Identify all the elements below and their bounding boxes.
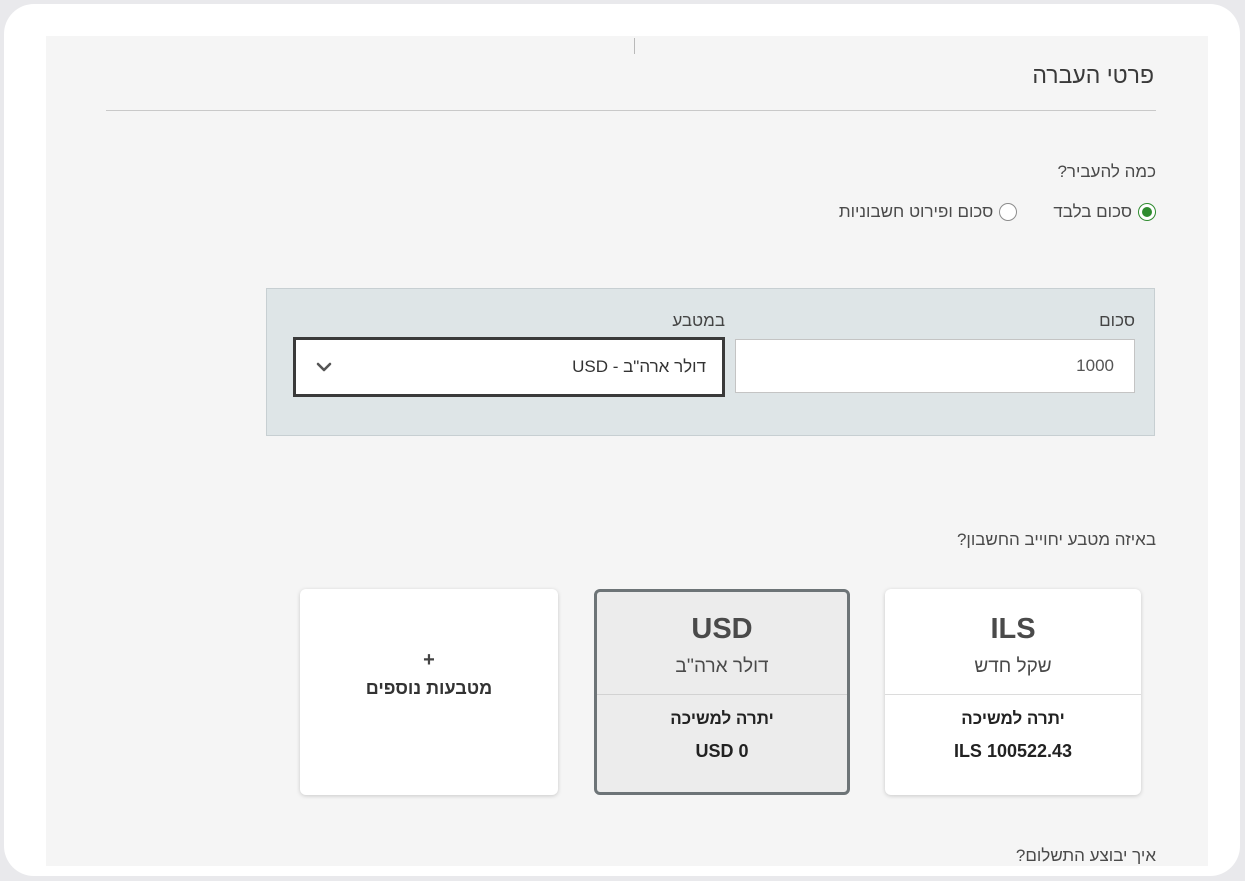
section-title: פרטי העברה — [1032, 62, 1154, 88]
balance-value: 0 USD — [695, 741, 749, 761]
currency-code: ILS — [990, 613, 1036, 645]
currency-name: דולר ארה''ב — [675, 656, 769, 677]
currency-code: USD — [691, 613, 753, 645]
header-divider — [106, 110, 1156, 111]
screenshot-frame: פרטי העברה כמה להעביר? סכום בלבד סכום ופ… — [4, 4, 1240, 876]
chevron-down-icon — [316, 362, 332, 372]
currency-select-value: דולר ארה"ב - USD — [572, 357, 706, 376]
balance-label: יתרה למשיכה — [670, 709, 774, 728]
radio-unchecked-icon[interactable] — [999, 203, 1018, 221]
charge-currency-question: באיזה מטבע יחוייב החשבון? — [956, 530, 1156, 549]
payment-method-question: איך יבוצע התשלום? — [1015, 846, 1156, 865]
card-divider — [885, 694, 1141, 695]
more-currencies-label: מטבעות נוספים — [365, 678, 493, 698]
radio-amount-and-invoices-label: סכום ופירוט חשבוניות — [838, 202, 994, 221]
charge-currency-options: ILS שקל חדש יתרה למשיכה 100522.43 ILS US… — [46, 589, 1208, 799]
radio-amount-and-invoices[interactable]: סכום ופירוט חשבוניות — [838, 202, 1018, 222]
amount-input-value: 1000 — [1076, 356, 1114, 375]
more-currencies-card[interactable]: + מטבעות נוספים — [300, 589, 558, 795]
amount-panel: סכום במטבע 1000 דולר ארה"ב - USD — [266, 288, 1155, 436]
top-divider — [634, 38, 635, 54]
amount-input[interactable]: 1000 — [735, 339, 1135, 393]
radio-amount-only[interactable]: סכום בלבד — [1053, 202, 1156, 222]
card-divider — [597, 694, 847, 695]
amount-type-radio-group: סכום בלבד סכום ופירוט חשבוניות — [839, 202, 1156, 222]
currency-card-usd[interactable]: USD דולר ארה''ב יתרה למשיכה 0 USD — [594, 589, 850, 795]
transfer-details-page: פרטי העברה כמה להעביר? סכום בלבד סכום ופ… — [46, 36, 1208, 866]
amount-label: סכום — [1099, 311, 1135, 330]
plus-icon: + — [423, 649, 435, 671]
amount-question-label: כמה להעביר? — [1057, 162, 1156, 181]
currency-select[interactable]: דולר ארה"ב - USD — [293, 337, 725, 397]
currency-label: במטבע — [672, 311, 725, 330]
balance-value: 100522.43 ILS — [953, 741, 1073, 761]
currency-name: שקל חדש — [974, 656, 1052, 677]
currency-card-ils[interactable]: ILS שקל חדש יתרה למשיכה 100522.43 ILS — [885, 589, 1141, 795]
balance-label: יתרה למשיכה — [961, 709, 1065, 728]
radio-checked-icon[interactable] — [1138, 203, 1156, 221]
radio-amount-only-label: סכום בלבד — [1053, 202, 1132, 221]
